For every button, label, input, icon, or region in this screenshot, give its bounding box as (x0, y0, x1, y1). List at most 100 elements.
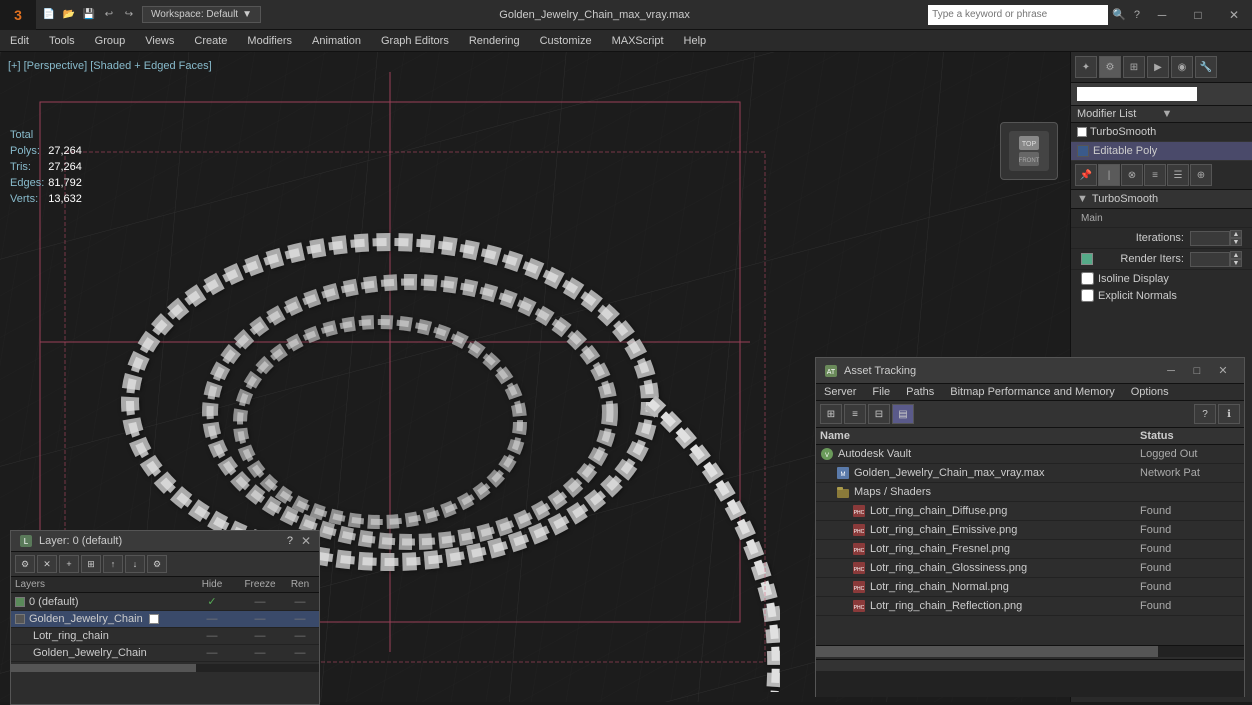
display-icon[interactable]: ◉ (1171, 56, 1193, 78)
iterations-label: Iterations: (1081, 232, 1184, 244)
render-iters-input[interactable]: 2 (1190, 252, 1230, 267)
asset-row-maps[interactable]: Maps / Shaders (816, 483, 1244, 502)
layer-tool-3[interactable]: + (59, 555, 79, 573)
modifier-item-editpoly[interactable]: Editable Poly (1071, 142, 1252, 161)
layer-row-golden[interactable]: Golden_Jewelry_Chain — — — (11, 611, 319, 628)
open-icon[interactable]: 📂 (60, 6, 78, 24)
redo-icon[interactable]: ↪ (120, 6, 138, 24)
asset-row-normal[interactable]: PHC Lotr_ring_chain_Normal.png Found (816, 578, 1244, 597)
modifier-list-row: Modifier List ▼ (1071, 106, 1252, 123)
help-icon[interactable]: ? (1130, 9, 1144, 21)
modify-icon[interactable]: ⚙ (1099, 56, 1121, 78)
asset-close-button[interactable]: ✕ (1210, 361, 1236, 381)
iterations-input[interactable]: 0 (1190, 231, 1230, 246)
layer-tool-4[interactable]: ⊞ (81, 555, 101, 573)
layer-row-golden2[interactable]: Golden_Jewelry_Chain — — — (11, 645, 319, 662)
hierarchy-icon[interactable]: ⊞ (1123, 56, 1145, 78)
asset-tool-3[interactable]: ⊟ (868, 404, 890, 424)
render-iters-spinner: ▲ ▼ (1230, 251, 1242, 267)
asset-row-maxfile[interactable]: M Golden_Jewelry_Chain_max_vray.max Netw… (816, 464, 1244, 483)
asset-menu-bitmap[interactable]: Bitmap Performance and Memory (942, 384, 1122, 400)
menu-modifiers[interactable]: Modifiers (237, 30, 302, 51)
asset-maximize-button[interactable]: □ (1184, 361, 1210, 381)
maximize-button[interactable]: □ (1180, 0, 1216, 30)
search-input[interactable] (928, 5, 1108, 25)
asset-tool-2[interactable]: ≡ (844, 404, 866, 424)
menu-maxscript[interactable]: MAXScript (602, 30, 674, 51)
asset-tool-1[interactable]: ⊞ (820, 404, 842, 424)
undo-icon[interactable]: ↩ (100, 6, 118, 24)
layer-tool-2[interactable]: ✕ (37, 555, 57, 573)
render-iters-checkbox[interactable] (1081, 253, 1093, 265)
menu-tools[interactable]: Tools (39, 30, 85, 51)
asset-tool-help[interactable]: ? (1194, 404, 1216, 424)
asset-menu-options[interactable]: Options (1123, 384, 1177, 400)
asset-reflection-status: Found (1140, 600, 1240, 612)
layer-ren-golden2: — (285, 647, 315, 659)
utilities-icon[interactable]: 🔧 (1195, 56, 1217, 78)
asset-minimize-button[interactable]: ─ (1158, 361, 1184, 381)
workspace-button[interactable]: Workspace: Default ▼ (142, 6, 261, 23)
motion-icon[interactable]: ▶ (1147, 56, 1169, 78)
turbosmooth-color-swatch (1077, 127, 1087, 137)
render-iters-down[interactable]: ▼ (1230, 259, 1242, 267)
asset-row-glossiness[interactable]: PHC Lotr_ring_chain_Glossiness.png Found (816, 559, 1244, 578)
modifier-tool4[interactable]: ☰ (1167, 164, 1189, 186)
menu-customize[interactable]: Customize (530, 30, 602, 51)
max-file-icon: M (836, 466, 850, 480)
close-button[interactable]: ✕ (1216, 0, 1252, 30)
menu-views[interactable]: Views (135, 30, 184, 51)
asset-tool-info[interactable]: ℹ (1218, 404, 1240, 424)
layer-tool-5[interactable]: ↑ (103, 555, 123, 573)
asset-menu-server[interactable]: Server (816, 384, 864, 400)
menu-group[interactable]: Group (85, 30, 136, 51)
modifier-tool1[interactable]: | (1098, 164, 1120, 186)
search-icon[interactable]: 🔍 (1108, 8, 1130, 21)
menu-rendering[interactable]: Rendering (459, 30, 530, 51)
modifier-tool2[interactable]: ⊗ (1121, 164, 1143, 186)
asset-row-diffuse[interactable]: PHC Lotr_ring_chain_Diffuse.png Found (816, 502, 1244, 521)
layers-help-button[interactable]: ? (287, 535, 293, 547)
menu-create[interactable]: Create (184, 30, 237, 51)
modifier-list-dropdown-icon[interactable]: ▼ (1162, 108, 1247, 120)
layers-close-button[interactable]: ✕ (301, 534, 311, 548)
menu-graph-editors[interactable]: Graph Editors (371, 30, 459, 51)
new-icon[interactable]: 📄 (40, 6, 58, 24)
minimize-button[interactable]: ─ (1144, 0, 1180, 30)
layer-row-lotr[interactable]: Lotr_ring_chain — — — (11, 628, 319, 645)
layer-row-default[interactable]: 0 (default) ✓ — — (11, 593, 319, 611)
layer-tool-7[interactable]: ⚙ (147, 555, 167, 573)
modifier-item-turbosmooth[interactable]: TurboSmooth (1071, 123, 1252, 142)
layer-hide-golden2: — (189, 647, 235, 659)
layer-tool-6[interactable]: ↓ (125, 555, 145, 573)
layers-scrollbar[interactable] (11, 664, 319, 672)
iterations-down[interactable]: ▼ (1230, 238, 1242, 246)
object-name-input[interactable]: Lotr_ring_chain (1077, 87, 1197, 101)
explicit-normals-checkbox[interactable] (1081, 289, 1094, 302)
asset-scrollbar-h2[interactable] (816, 659, 1244, 671)
menu-edit[interactable]: Edit (0, 30, 39, 51)
asset-row-reflection[interactable]: PHC Lotr_ring_chain_Reflection.png Found (816, 597, 1244, 616)
modifier-tool3[interactable]: ≡ (1144, 164, 1166, 186)
render-iters-up[interactable]: ▲ (1230, 251, 1242, 259)
asset-row-fresnel[interactable]: PHC Lotr_ring_chain_Fresnel.png Found (816, 540, 1244, 559)
layer-tool-1[interactable]: ⚙ (15, 555, 35, 573)
pin-icon[interactable]: 📌 (1075, 164, 1097, 186)
save-icon[interactable]: 💾 (80, 6, 98, 24)
isoline-checkbox[interactable] (1081, 272, 1094, 285)
menu-help[interactable]: Help (674, 30, 717, 51)
asset-row-emissive[interactable]: PHC Lotr_ring_chain_Emissive.png Found (816, 521, 1244, 540)
asset-tool-4[interactable]: ▤ (892, 404, 914, 424)
menu-animation[interactable]: Animation (302, 30, 371, 51)
turbosmooth-section-header[interactable]: ▼ TurboSmooth (1071, 190, 1252, 209)
layer-hide-golden: — (189, 613, 235, 625)
asset-row-vault[interactable]: V Autodesk Vault Logged Out (816, 445, 1244, 464)
iterations-up[interactable]: ▲ (1230, 230, 1242, 238)
create-icon[interactable]: ✦ (1075, 56, 1097, 78)
asset-normal-name: PHC Lotr_ring_chain_Normal.png (852, 580, 1140, 594)
asset-menu-file[interactable]: File (864, 384, 898, 400)
modifier-tool5[interactable]: ⊕ (1190, 164, 1212, 186)
asset-menu-paths[interactable]: Paths (898, 384, 942, 400)
render-iters-row: Render Iters: 2 ▲ ▼ (1071, 249, 1252, 270)
asset-scrollbar-h[interactable] (816, 645, 1244, 657)
